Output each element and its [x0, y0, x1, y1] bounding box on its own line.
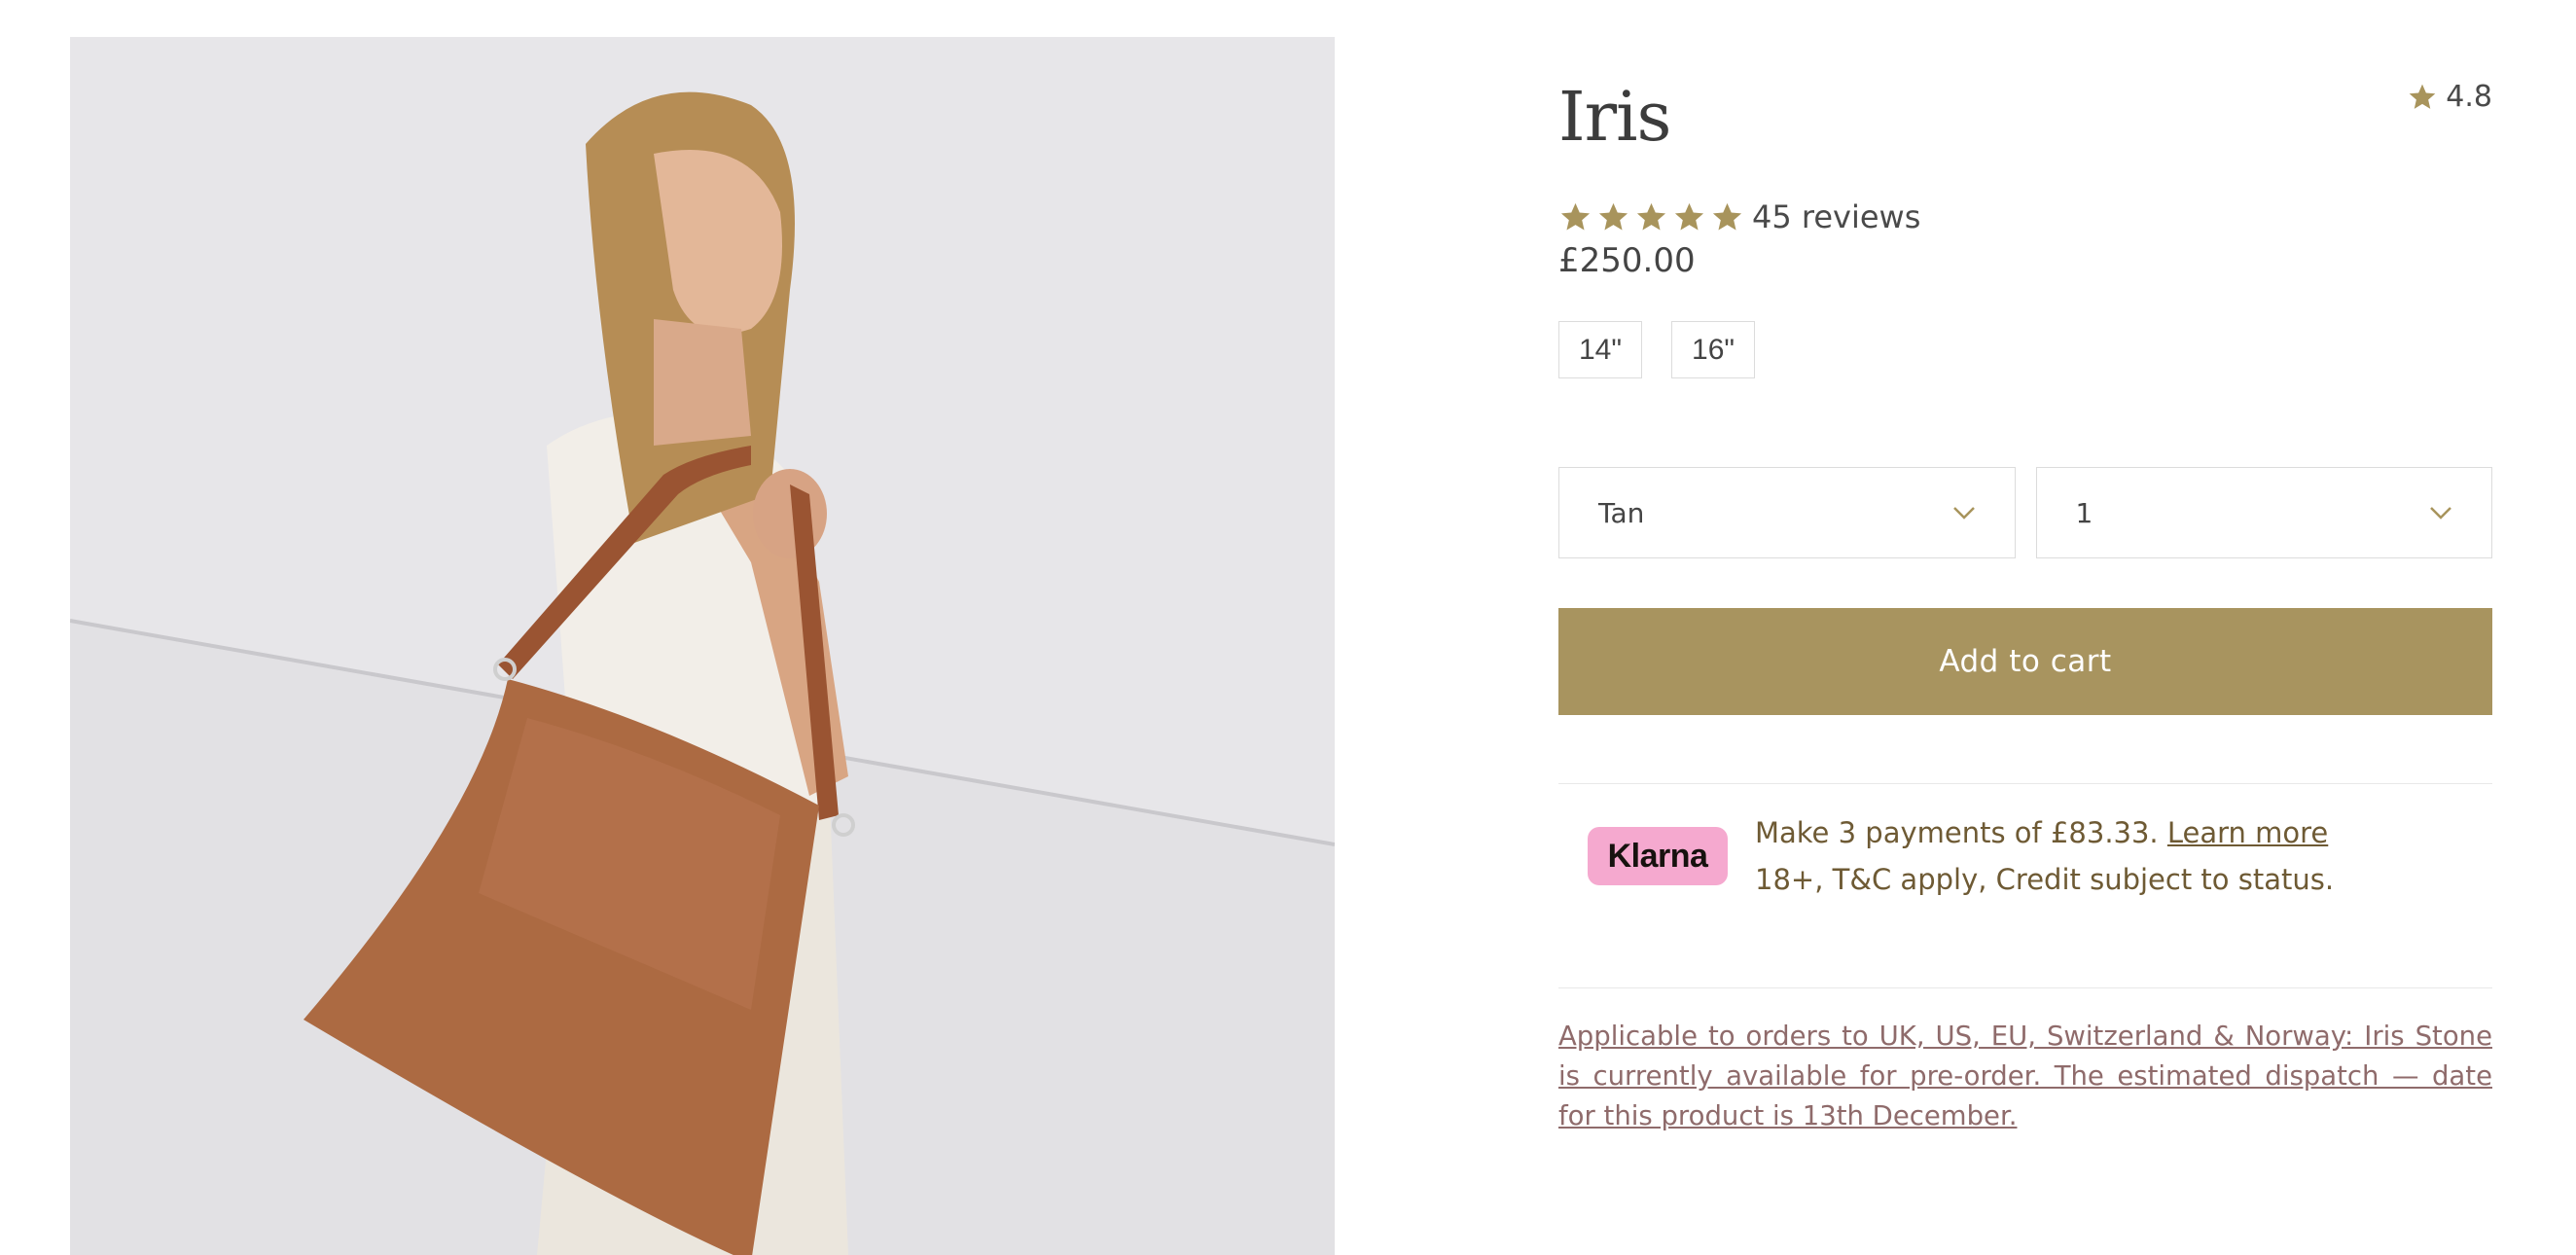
star-icon: [1712, 202, 1742, 230]
star-icon: [1636, 202, 1666, 230]
review-stars: [1558, 200, 1744, 234]
klarna-promo: Klarna Make 3 payments of £83.33. Learn …: [1588, 809, 2334, 903]
star-icon: [1560, 202, 1591, 230]
rating-value: 4.8: [2446, 80, 2492, 114]
quantity-select[interactable]: 1: [2035, 467, 2492, 558]
star-icon: [1674, 202, 1704, 230]
product-photo: [70, 37, 1335, 1255]
product-image[interactable]: [70, 37, 1335, 1255]
klarna-line-1: Make 3 payments of £83.33. Learn more: [1755, 809, 2334, 856]
size-option-16[interactable]: 16": [1671, 321, 1756, 378]
klarna-line-2: 18+, T&C apply, Credit subject to status…: [1755, 863, 2335, 896]
quantity-select-value: 1: [2075, 496, 2093, 529]
divider: [1558, 783, 2492, 784]
divider: [1558, 987, 2492, 988]
reviews-count: 45 reviews: [1752, 198, 1921, 235]
klarna-logo: Klarna: [1588, 827, 1728, 885]
variant-selectors: Tan 1: [1558, 467, 2492, 558]
chevron-down-icon: [2430, 507, 2451, 520]
size-options: 14" 16": [1558, 321, 1756, 378]
chevron-down-icon: [1952, 507, 1975, 520]
product-info: Iris 4.8 45 reviews £250.00 14" 16" Tan …: [1558, 0, 2492, 1255]
klarna-payments-text: Make 3 payments of £83.33.: [1755, 816, 2167, 849]
klarna-learn-more-link[interactable]: Learn more: [2167, 816, 2328, 849]
preorder-notice-link[interactable]: Applicable to orders to UK, US, EU, Swit…: [1558, 1021, 2492, 1131]
add-to-cart-button[interactable]: Add to cart: [1558, 608, 2492, 715]
size-option-14[interactable]: 14": [1558, 321, 1643, 378]
color-select[interactable]: Tan: [1558, 467, 2016, 558]
star-icon: [1598, 202, 1628, 230]
color-select-value: Tan: [1598, 496, 1645, 529]
reviews-summary[interactable]: 45 reviews: [1558, 198, 1920, 235]
star-icon: [2409, 84, 2436, 109]
klarna-message: Make 3 payments of £83.33. Learn more 18…: [1755, 809, 2334, 903]
product-title: Iris: [1558, 77, 1671, 157]
preorder-notice: Applicable to orders to UK, US, EU, Swit…: [1558, 1017, 2492, 1136]
product-price: £250.00: [1558, 241, 1696, 280]
rating-badge[interactable]: 4.8: [2407, 80, 2492, 114]
